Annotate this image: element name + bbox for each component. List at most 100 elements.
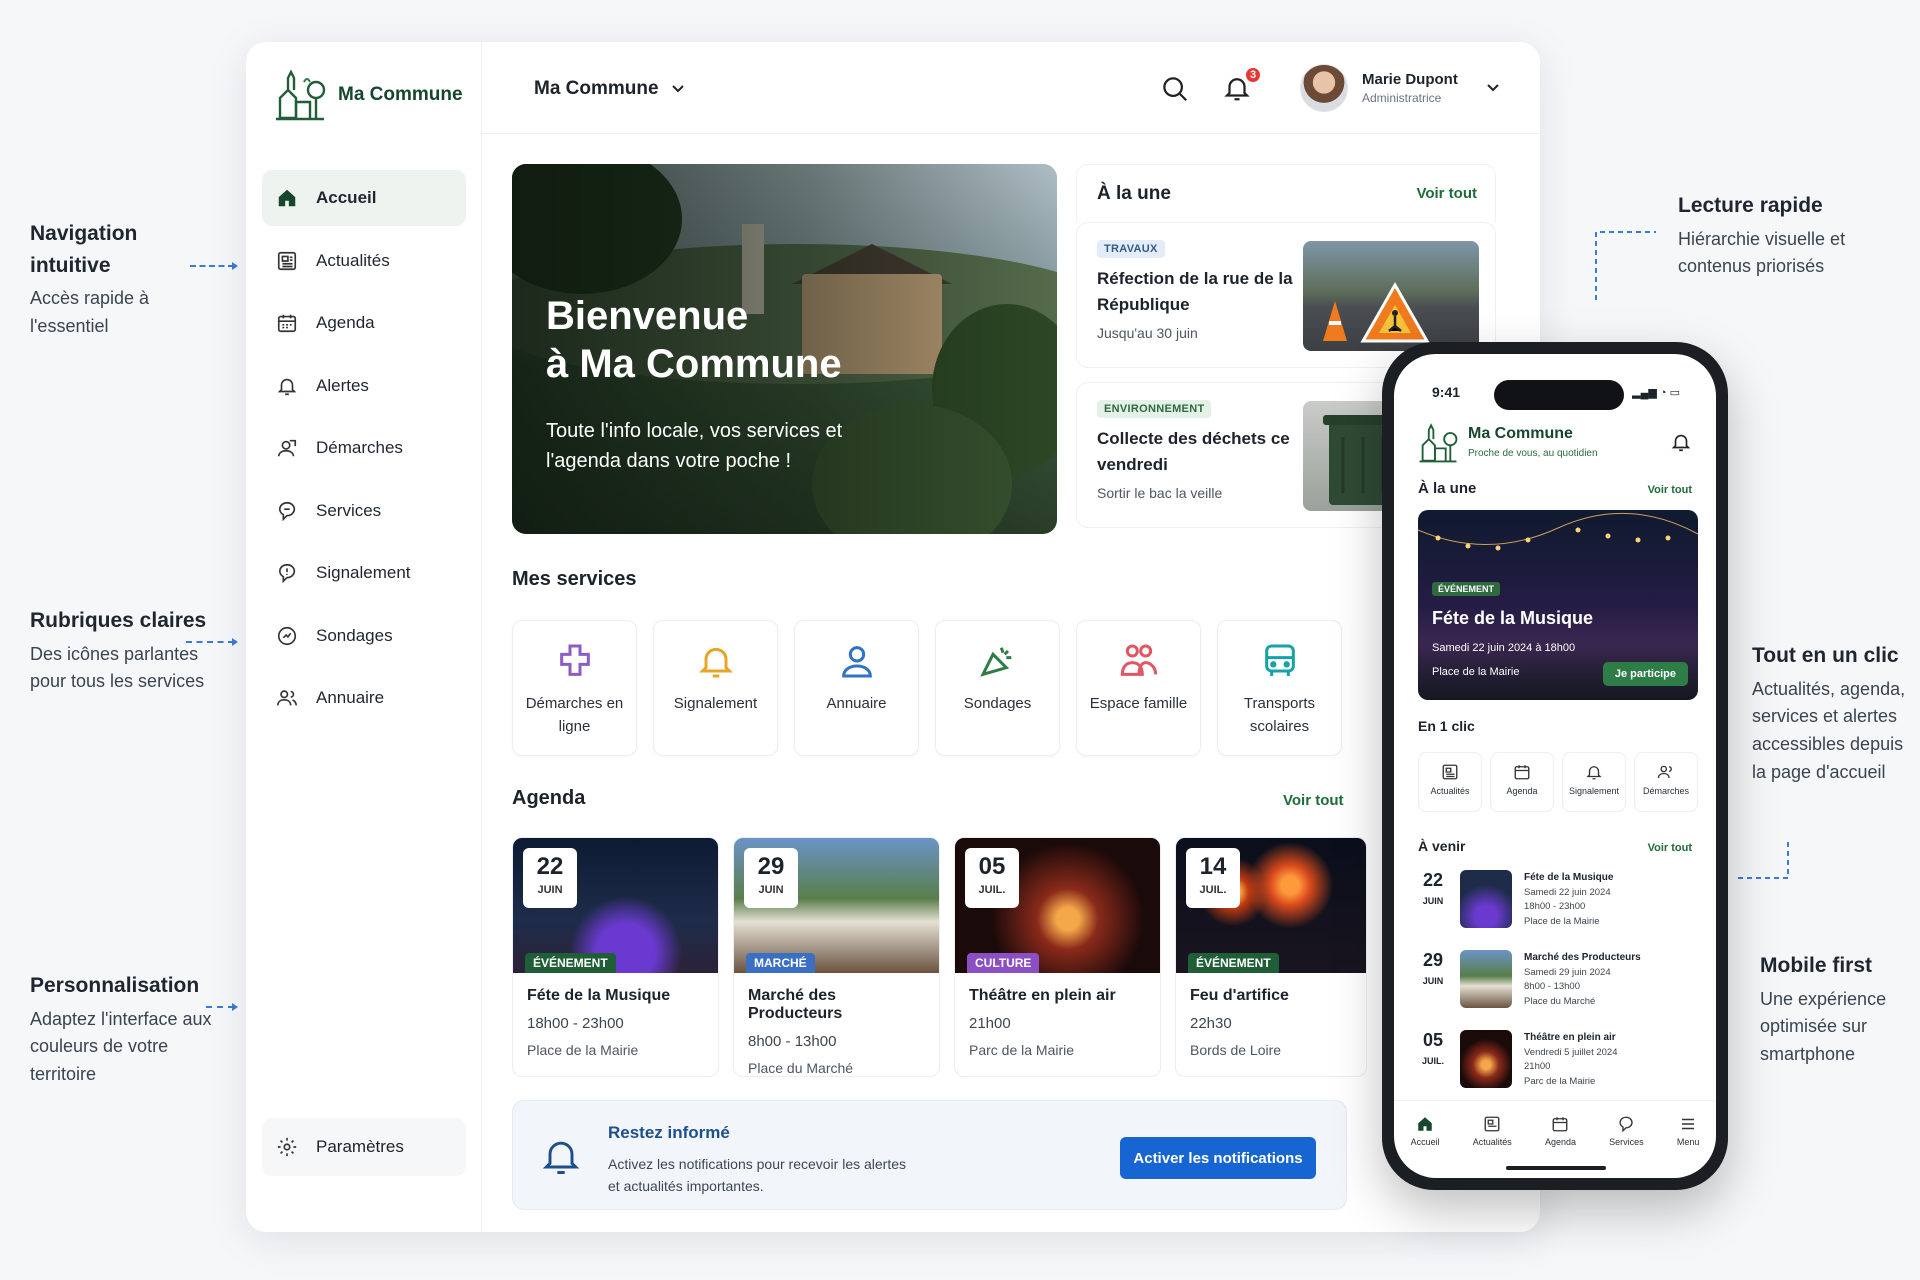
event-image: 14 JUIL. ÉVÉNEMENT bbox=[1176, 838, 1366, 973]
service-espace-famille[interactable]: Espace famille bbox=[1076, 620, 1201, 756]
service-label: Démarches en ligne bbox=[525, 695, 624, 735]
service-sondages[interactable]: Sondages bbox=[935, 620, 1060, 756]
dynamic-island bbox=[1494, 380, 1624, 410]
commune-select[interactable]: Ma Commune bbox=[534, 78, 685, 100]
event-day: 22 bbox=[536, 853, 564, 880]
sidebar-item-signalement[interactable]: Signalement bbox=[262, 545, 466, 601]
annotation-arrow bbox=[190, 262, 238, 270]
annotation-navigation: Navigation intuitive Accès rapide à l'es… bbox=[30, 218, 220, 341]
event-title: Féte de la Musique bbox=[527, 987, 671, 1004]
town-logo-icon bbox=[276, 69, 326, 121]
phone-event-date: 05 JUIL. bbox=[1418, 1030, 1448, 1069]
user-menu[interactable]: Marie Dupont Administratrice bbox=[1300, 64, 1500, 112]
event-day: 29 bbox=[757, 853, 785, 880]
event-time: 21h00 bbox=[969, 1015, 1011, 1032]
brand-name: Ma Commune bbox=[338, 84, 463, 105]
phone-brand[interactable]: Ma Commune Proche de vous, au quotidien bbox=[1418, 422, 1598, 464]
agenda-card[interactable]: 22 JUIN ÉVÉNEMENT Féte de la Musique 18h0… bbox=[512, 837, 719, 1077]
event-place: Parc de la Mairie bbox=[969, 1042, 1075, 1058]
news-tag: ENVIRONNEMENT bbox=[1097, 400, 1212, 418]
see-all-agenda-link[interactable]: Voir tout bbox=[1283, 792, 1344, 809]
sidebar-item-services[interactable]: Services bbox=[262, 483, 466, 539]
phone-event-line: Place du Marché bbox=[1524, 995, 1596, 1007]
see-all-news-link[interactable]: Voir tout bbox=[1416, 185, 1477, 202]
phone-event-line: Vendredi 5 juillet 2024 bbox=[1524, 1046, 1618, 1058]
annotation-title: Mobile first bbox=[1760, 954, 1873, 977]
notif-title: Restez informé bbox=[608, 1123, 730, 1142]
phone-event-item[interactable]: 05 JUIL. Théâtre en plein air Vendredi 5 j… bbox=[1418, 1030, 1618, 1090]
phone-see-all-link[interactable]: Voir tout bbox=[1648, 484, 1692, 496]
phone-tab-label: Services bbox=[1609, 1137, 1644, 1147]
search-icon[interactable] bbox=[1160, 74, 1190, 104]
phone-event-text: Féte de la Musique Samedi 22 juin 2024 18h… bbox=[1524, 870, 1613, 930]
phone-event-thumbnail bbox=[1460, 870, 1512, 928]
participate-button[interactable]: Je participe bbox=[1602, 662, 1688, 686]
phone-event-line: Parc de la Mairie bbox=[1524, 1075, 1596, 1087]
sidebar: Ma Commune Accueil Actualités Agenda Ale… bbox=[246, 42, 482, 1232]
phone-tile-signalement[interactable]: Signalement bbox=[1562, 752, 1626, 812]
newspaper-icon bbox=[277, 251, 297, 270]
settings-button[interactable]: Paramètres bbox=[262, 1118, 466, 1176]
news-title: Collecte des déchets ce vendredi bbox=[1097, 429, 1290, 474]
annotation-text: Accès rapide à l'essentiel bbox=[30, 288, 150, 336]
phone-event-line: Place de la Mairie bbox=[1524, 915, 1600, 927]
phone-event-item[interactable]: 29 JUIN Marché des Producteurs Samedi 29 j… bbox=[1418, 950, 1641, 1010]
family-icon bbox=[1120, 644, 1157, 676]
phone-event-title: Marché des Producteurs bbox=[1524, 952, 1641, 963]
phone-event-title: Féte de la Musique bbox=[1432, 608, 1594, 628]
sidebar-item-demarches[interactable]: Démarches bbox=[262, 420, 466, 476]
service-label: Annuaire bbox=[826, 695, 887, 712]
event-month: JUIL. bbox=[978, 884, 1006, 897]
phone-tab-services[interactable]: Services bbox=[1609, 1115, 1644, 1178]
settings-label: Paramètres bbox=[316, 1137, 404, 1156]
service-annuaire[interactable]: Annuaire bbox=[794, 620, 919, 756]
sidebar-item-accueil[interactable]: Accueil bbox=[262, 170, 466, 226]
event-place: Bords de Loire bbox=[1190, 1042, 1282, 1058]
phone-tile-actualites[interactable]: Actualités bbox=[1418, 752, 1482, 812]
phone-event-line: Samedi 22 juin 2024 bbox=[1524, 886, 1611, 898]
event-date: 29 JUIN bbox=[744, 848, 798, 908]
phone-brand-name: Ma Commune bbox=[1468, 425, 1573, 442]
phone-see-all-link[interactable]: Voir tout bbox=[1648, 842, 1692, 854]
sidebar-item-alertes[interactable]: Alertes bbox=[262, 358, 466, 414]
phone-tile-agenda[interactable]: Agenda bbox=[1490, 752, 1554, 812]
service-demarches-en-ligne[interactable]: Démarches en ligne bbox=[512, 620, 637, 756]
sidebar-item-actualites[interactable]: Actualités bbox=[262, 233, 466, 289]
event-image: 22 JUIN ÉVÉNEMENT bbox=[513, 838, 718, 973]
annotation-title: Navigation intuitive bbox=[30, 222, 138, 277]
event-title: Feu d'artifice bbox=[1190, 987, 1289, 1004]
annotation-arrow bbox=[186, 638, 238, 646]
phone-tab-accueil[interactable]: Accueil bbox=[1411, 1115, 1440, 1178]
string-lights-decoration bbox=[1418, 512, 1698, 551]
sidebar-item-annuaire[interactable]: Annuaire bbox=[262, 670, 466, 726]
phone-tab-menu[interactable]: Menu bbox=[1677, 1115, 1699, 1178]
phone-event-item[interactable]: 22 JUIN Féte de la Musique Samedi 22 juin … bbox=[1418, 870, 1613, 930]
bell-icon[interactable] bbox=[1670, 430, 1692, 454]
event-title: Théâtre en plein air bbox=[969, 987, 1116, 1004]
service-transports-scolaires[interactable]: Transports scolaires bbox=[1217, 620, 1342, 756]
service-label: Sondages bbox=[963, 695, 1032, 712]
town-logo-icon bbox=[1419, 423, 1458, 463]
brand-logo[interactable]: Ma Commune bbox=[274, 68, 463, 122]
enable-notifications-button[interactable]: Activer les notifications bbox=[1120, 1137, 1316, 1179]
bell-icon bbox=[698, 647, 733, 678]
service-label: Transports scolaires bbox=[1243, 695, 1316, 735]
phone-upcoming-title: À venir bbox=[1418, 838, 1466, 854]
event-time: 18h00 - 23h00 bbox=[527, 1015, 624, 1032]
sidebar-item-sondages[interactable]: Sondages bbox=[262, 608, 466, 664]
phone-featured-event[interactable]: ÉVÉNEMENT Féte de la Musique Samedi 22 j… bbox=[1418, 510, 1698, 700]
agenda-card[interactable]: 29 JUIN MARCHÉ Marché des Producteurs 8h0… bbox=[733, 837, 940, 1077]
home-indicator bbox=[1506, 1166, 1606, 1170]
agenda-card[interactable]: 05 JUIL. CULTURE Théâtre en plein air 21h… bbox=[954, 837, 1161, 1077]
event-day: 14 bbox=[1199, 853, 1227, 880]
event-place: Place de la Mairie bbox=[527, 1042, 639, 1058]
agenda-card[interactable]: 14 JUIL. ÉVÉNEMENT Feu d'artifice 22h30 B… bbox=[1175, 837, 1367, 1077]
phone-event-date: 22 JUIN bbox=[1418, 870, 1448, 909]
service-signalement[interactable]: Signalement bbox=[653, 620, 778, 756]
news-title: Réfection de la rue de la République bbox=[1097, 269, 1293, 314]
phone-tile-demarches[interactable]: Démarches bbox=[1634, 752, 1698, 812]
phone-event-date: Samedi 22 juin 2024 à 18h00 bbox=[1432, 642, 1576, 654]
sidebar-item-agenda[interactable]: Agenda bbox=[262, 295, 466, 351]
calendar-icon bbox=[1553, 1117, 1568, 1132]
services-title: Mes services bbox=[512, 568, 637, 590]
